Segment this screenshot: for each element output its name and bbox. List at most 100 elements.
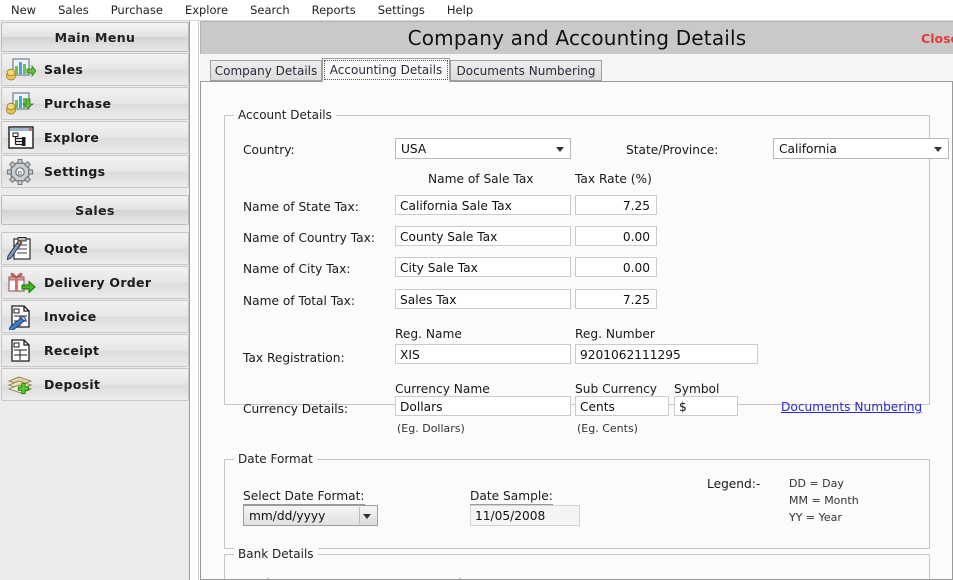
sidebar-item-explore[interactable]: Explore [1,121,189,154]
name-of-total-tax-input[interactable]: Sales Tax [395,289,571,309]
tab-company-details[interactable]: Company Details [210,60,322,81]
group-date-format-title: Date Format [234,452,317,466]
sidebar-item-settings[interactable]: o Settings [1,155,189,188]
state-province-select[interactable]: California [773,138,949,159]
symbol-header: Symbol [674,382,720,396]
tab-strip: Company Details Accounting Details Docum… [200,54,953,82]
name-of-city-tax-input[interactable]: City Sale Tax [395,257,571,277]
currency-name-hint: (Eg. Dollars) [397,422,465,435]
explorer-window-icon [4,123,38,153]
name-of-state-tax-input[interactable]: California Sale Tax [395,195,571,215]
select-date-format-label: Select Date Format: [243,489,365,505]
tab-documents-numbering[interactable]: Documents Numbering [450,60,602,81]
legend-line-mm: MM = Month [789,494,859,507]
name-of-country-tax-label: Name of Country Tax: [243,231,375,245]
sub-currency-hint: (Eg. Cents) [577,422,638,435]
sidebar-item-explore-label: Explore [44,130,100,145]
country-tax-rate-input[interactable]: 0.00 [575,226,657,246]
sidebar-item-receipt[interactable]: Receipt [1,334,189,367]
menu-item-help[interactable]: Help [444,1,484,19]
tab-accounting-details[interactable]: Accounting Details [322,58,450,82]
document-icon [4,336,38,366]
sidebar-item-receipt-label: Receipt [44,343,100,358]
menu-item-settings[interactable]: Settings [375,1,436,19]
name-of-state-tax-label: Name of State Tax: [243,200,359,214]
state-province-select-value: California [779,141,837,156]
state-province-label: State/Province: [626,143,719,157]
state-tax-rate-input[interactable]: 7.25 [575,195,657,215]
window-title-bar: Company and Accounting Details Close [200,21,953,54]
sidebar-header-main-menu: Main Menu [1,22,189,52]
sidebar-item-purchase-label: Purchase [44,96,112,111]
name-of-total-tax-label: Name of Total Tax: [243,294,355,308]
sidebar-item-delivery-order-label: Delivery Order [44,275,152,290]
chevron-down-icon [934,146,942,152]
menu-item-new[interactable]: New [8,1,47,19]
menu-item-search[interactable]: Search [247,1,301,19]
sidebar-item-sales[interactable]: Sales [1,53,189,86]
svg-text:o: o [18,169,22,177]
legend-line-yy: YY = Year [789,511,842,524]
date-sample-value: 11/05/2008 [470,505,580,526]
close-link[interactable]: Close [921,31,953,46]
country-select[interactable]: USA [395,138,571,159]
tab-content-accounting-details: Account Details Country: USA State/Provi… [200,81,953,580]
menu-item-reports[interactable]: Reports [309,1,367,19]
sidebar: Main Menu Sales Purchase Explore o Setti… [0,21,190,580]
currency-name-header: Currency Name [395,382,490,396]
date-format-select-value: mm/dd/yyyy [249,508,326,523]
date-format-select[interactable]: mm/dd/yyyy [243,505,378,526]
reg-name-input[interactable]: XIS [395,344,571,364]
sub-currency-input[interactable]: Cents [575,396,669,416]
group-account-details-title: Account Details [234,108,336,122]
reg-number-header: Reg. Number [575,327,655,341]
sidebar-header-sales-label: Sales [75,202,115,218]
sidebar-item-invoice-label: Invoice [44,309,97,324]
legend-label: Legend:- [707,477,761,491]
money-plus-icon [4,370,38,400]
name-of-city-tax-label: Name of City Tax: [243,262,351,276]
sidebar-item-deposit[interactable]: Deposit [1,368,189,401]
menu-item-explore[interactable]: Explore [182,1,239,19]
country-select-value: USA [401,141,427,156]
date-sample-label: Date Sample: [470,489,553,505]
chart-money-icon [4,89,38,119]
sidebar-header-main-menu-label: Main Menu [54,29,136,45]
sidebar-item-deposit-label: Deposit [44,377,101,392]
sidebar-header-sales: Sales [1,195,189,225]
currency-details-label: Currency Details: [243,402,349,416]
col-header-name-of-sale-tax: Name of Sale Tax [428,172,534,186]
sidebar-item-quote[interactable]: Quote [1,232,189,265]
page-title: Company and Accounting Details [407,26,747,50]
menu-bar: New Sales Purchase Explore Search Report… [0,0,953,21]
symbol-input[interactable]: $ [674,396,738,416]
country-label: Country: [243,143,295,157]
tax-registration-label: Tax Registration: [243,351,345,365]
clipboard-pen-icon [4,234,38,264]
menu-item-purchase[interactable]: Purchase [108,1,174,19]
legend-line-dd: DD = Day [789,477,844,490]
sidebar-item-settings-label: Settings [44,164,106,179]
documents-numbering-link[interactable]: Documents Numbering [781,400,922,414]
total-tax-rate-input[interactable]: 7.25 [575,289,657,309]
group-bank-details-title: Bank Details [234,547,318,561]
sidebar-item-sales-label: Sales [44,62,84,77]
city-tax-rate-input[interactable]: 0.00 [575,257,657,277]
sidebar-item-invoice[interactable]: Invoice [1,300,189,333]
chevron-down-icon [556,146,564,152]
gear-icon: o [4,157,38,187]
currency-name-input[interactable]: Dollars [395,396,571,416]
name-of-country-tax-input[interactable]: County Sale Tax [395,226,571,246]
sidebar-item-delivery-order[interactable]: Delivery Order [1,266,189,299]
chart-money-icon [4,55,38,85]
package-arrow-icon [4,268,38,298]
menu-item-sales[interactable]: Sales [55,1,100,19]
reg-name-header: Reg. Name [395,327,462,341]
main-panel: Company and Accounting Details Close Com… [191,21,953,580]
reg-number-input[interactable]: 9201062111295 [575,344,758,364]
chevron-down-icon [363,513,371,519]
sub-currency-header: Sub Currency [575,382,657,396]
sidebar-item-purchase[interactable]: Purchase [1,87,189,120]
sidebar-item-quote-label: Quote [44,241,89,256]
document-pen-icon [4,302,38,332]
